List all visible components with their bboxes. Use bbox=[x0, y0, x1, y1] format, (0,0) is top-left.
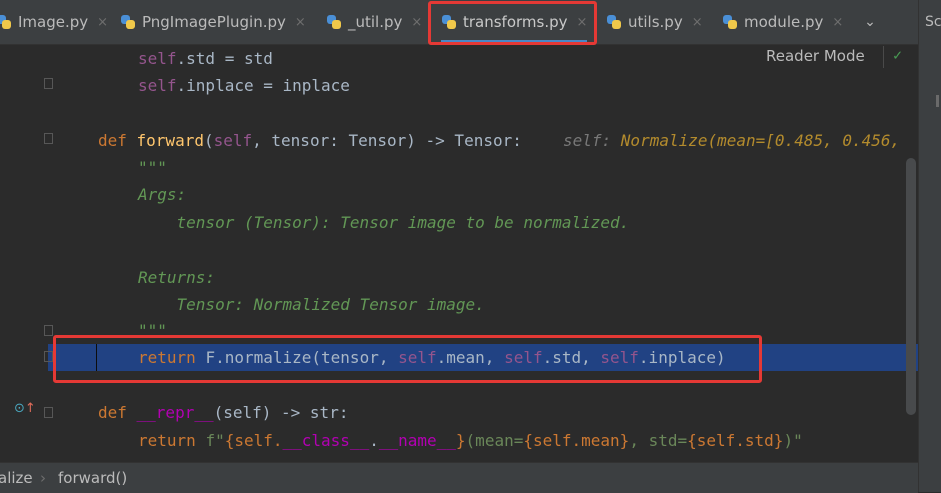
python-file-icon bbox=[0, 14, 12, 30]
code-token: .inplace = inplace bbox=[176, 76, 350, 95]
code-line-2: self.inplace = inplace bbox=[138, 72, 350, 99]
annotation-box-return-line bbox=[53, 335, 762, 383]
code-token: self bbox=[213, 131, 253, 150]
code-line-5: """ bbox=[138, 158, 167, 177]
scroll-marker bbox=[936, 95, 939, 107]
code-line-10: Tensor: Normalized Tensor image. bbox=[138, 295, 485, 314]
code-token: __repr__ bbox=[136, 403, 214, 422]
close-icon[interactable]: × bbox=[97, 15, 108, 30]
code-token: ( bbox=[203, 131, 214, 150]
annotation-box-tab bbox=[428, 1, 597, 45]
code-token: def bbox=[98, 403, 137, 422]
code-token: , tensor: Tensor) -> Tensor: bbox=[252, 131, 522, 150]
close-icon[interactable]: × bbox=[832, 15, 843, 30]
fold-marker-icon[interactable] bbox=[44, 78, 53, 89]
fold-marker-icon[interactable] bbox=[44, 407, 53, 418]
code-line-6: Args: bbox=[138, 185, 187, 204]
breadcrumb-item[interactable]: alize bbox=[0, 469, 33, 487]
close-icon[interactable]: × bbox=[295, 15, 306, 30]
fold-marker-icon[interactable] bbox=[44, 133, 53, 144]
code-token: .std = std bbox=[176, 49, 273, 68]
python-file-icon bbox=[120, 14, 136, 30]
code-line-14: def __repr__(self) -> str: bbox=[98, 399, 348, 426]
override-method-icon[interactable]: ⊙↑ bbox=[14, 401, 36, 416]
code-editor[interactable]: ⊙↑ self.std = std self.inplace = inplace… bbox=[0, 45, 918, 462]
code-token: __name__ bbox=[378, 431, 456, 450]
code-line-7: tensor (Tensor): Tensor image to be norm… bbox=[138, 213, 630, 232]
code-line-15: return f"{self.__class__.__name__}(mean=… bbox=[138, 427, 803, 454]
code-token: , std= bbox=[629, 431, 688, 450]
tab-label: Image.py bbox=[18, 13, 89, 31]
code-token: def bbox=[98, 131, 137, 150]
tab-util-py[interactable]: _util.py × bbox=[326, 0, 422, 44]
right-tool-strip: Sc bbox=[919, 0, 941, 492]
code-line-9: Returns: bbox=[138, 268, 216, 287]
code-line-4: def forward(self, tensor: Tensor) -> Ten… bbox=[98, 127, 522, 154]
code-token: {self.mean} bbox=[523, 431, 630, 450]
reader-mode-button[interactable]: Reader Mode bbox=[766, 47, 865, 65]
code-token: __class__ bbox=[282, 431, 370, 450]
code-token: {self.std} bbox=[687, 431, 784, 450]
chevron-down-icon[interactable]: ⌄ bbox=[858, 10, 882, 34]
fold-marker-icon[interactable] bbox=[44, 325, 53, 336]
code-token: f" bbox=[205, 431, 225, 450]
code-token: forward bbox=[136, 131, 204, 150]
tab-module-py[interactable]: module.py × bbox=[722, 0, 843, 44]
vertical-scrollbar[interactable] bbox=[906, 158, 916, 415]
tab-label: PngImagePlugin.py bbox=[142, 13, 286, 31]
chevron-right-icon: › bbox=[40, 469, 46, 487]
hint-value: Normalize(mean=[0.485, 0.456, bbox=[620, 131, 901, 150]
arrow-up-icon: ↑ bbox=[24, 401, 36, 416]
tab-image-py[interactable]: Image.py × bbox=[0, 0, 108, 44]
breadcrumb-item[interactable]: forward() bbox=[58, 469, 127, 487]
tab-utils-py[interactable]: utils.py × bbox=[606, 0, 703, 44]
code-token: (self) -> str: bbox=[213, 403, 349, 422]
code-token: . bbox=[369, 431, 379, 450]
breadcrumb: alize › forward() bbox=[0, 462, 918, 493]
code-token: } bbox=[455, 431, 466, 450]
override-circle-icon: ⊙ bbox=[14, 401, 25, 416]
right-panel-label[interactable]: Sc bbox=[925, 14, 941, 30]
divider bbox=[883, 46, 884, 68]
tab-pngimageplugin-py[interactable]: PngImagePlugin.py × bbox=[120, 0, 306, 44]
tab-label: utils.py bbox=[628, 13, 683, 31]
code-token: (mean= bbox=[465, 431, 524, 450]
inspection-ok-icon[interactable]: ✓ bbox=[893, 46, 902, 64]
close-icon[interactable]: × bbox=[411, 15, 422, 30]
python-file-icon bbox=[722, 14, 738, 30]
code-token: return bbox=[138, 431, 206, 450]
hint-key: self: bbox=[563, 131, 621, 150]
python-file-icon bbox=[326, 14, 342, 30]
code-token: {self. bbox=[224, 431, 283, 450]
tab-label: module.py bbox=[744, 13, 824, 31]
code-token: self bbox=[138, 76, 177, 95]
tab-label: _util.py bbox=[348, 13, 403, 31]
code-token: self bbox=[138, 49, 177, 68]
fold-marker-icon[interactable] bbox=[44, 351, 53, 362]
python-file-icon bbox=[606, 14, 622, 30]
inlay-hint: self: Normalize(mean=[0.485, 0.456, bbox=[563, 127, 900, 154]
close-icon[interactable]: × bbox=[692, 15, 703, 30]
code-token: )" bbox=[783, 431, 803, 450]
code-line-1: self.std = std bbox=[138, 45, 273, 72]
